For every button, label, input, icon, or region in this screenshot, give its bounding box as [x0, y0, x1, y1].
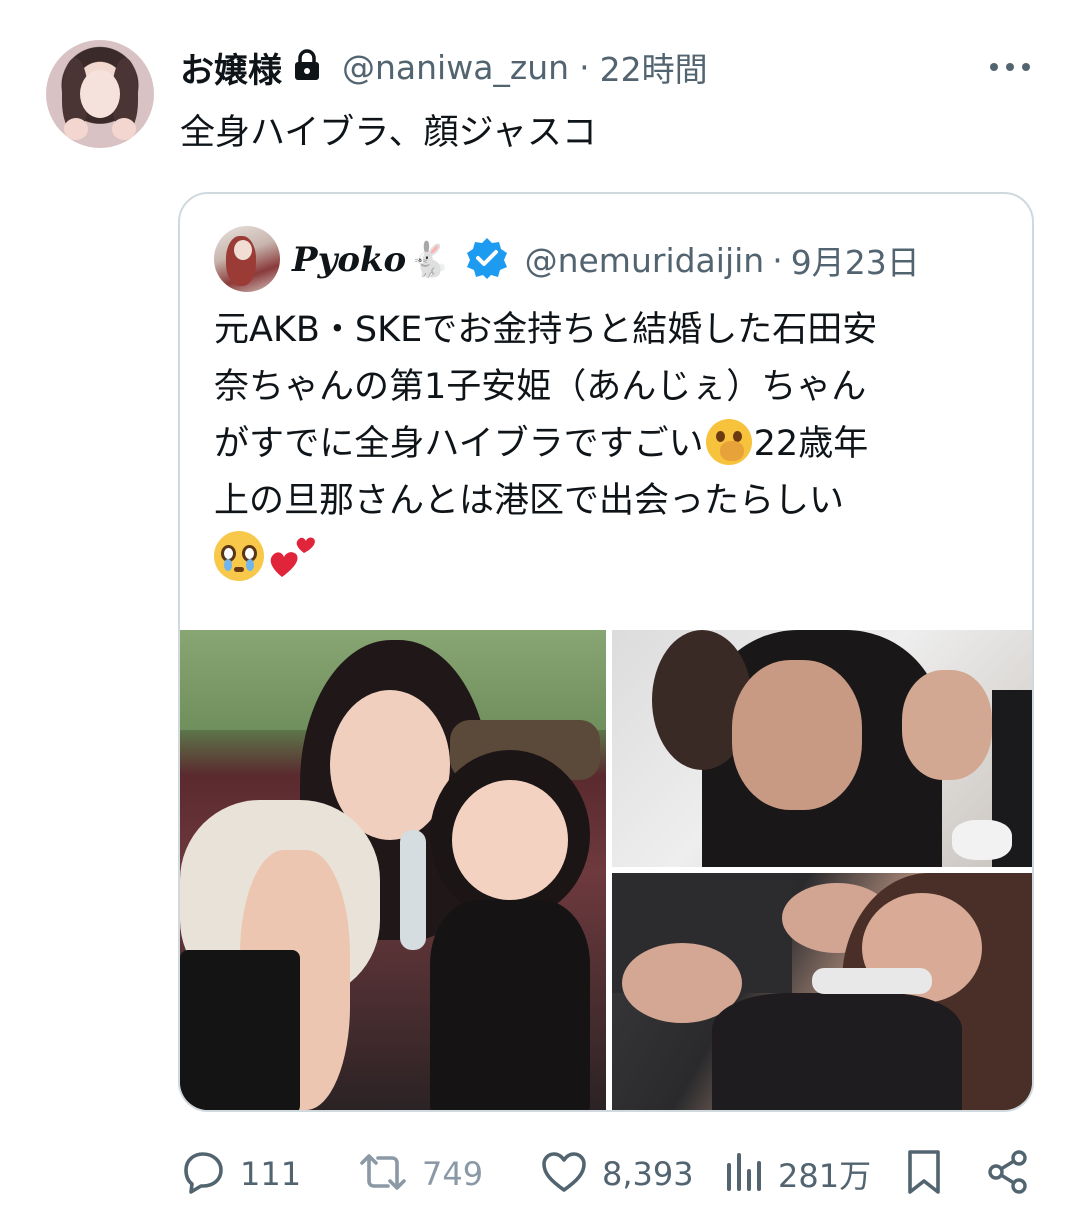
- media-photo[interactable]: [612, 873, 1032, 1110]
- quoted-tweet-date[interactable]: 9月23日: [791, 236, 920, 284]
- text-line: 奈ちゃんの第1子安姫（あんじぇ）ちゃん: [214, 367, 867, 407]
- text-line: がすでに全身ハイブラですごい 22歳年: [214, 416, 1004, 473]
- more-icon[interactable]: [990, 52, 1030, 82]
- views-count: 281万: [778, 1157, 872, 1195]
- bookmark-button[interactable]: [904, 1148, 944, 1200]
- heart-icon: [540, 1149, 588, 1199]
- retweet-count: 749: [422, 1155, 484, 1193]
- tweet-header: お嬢様 @naniwa_zun · 22時間: [180, 42, 708, 92]
- quoted-author-handle[interactable]: @nemuridaijin: [525, 241, 765, 280]
- media-photo[interactable]: [612, 630, 1032, 867]
- quoted-author-name[interactable]: Pyoko: [292, 240, 406, 280]
- action-bar: 111 749 8,393 281万: [0, 1140, 1080, 1210]
- reply-icon: [180, 1149, 226, 1199]
- verified-badge-icon: [465, 236, 509, 284]
- quoted-author-avatar[interactable]: [214, 226, 280, 292]
- two-hearts-emoji: [268, 531, 318, 581]
- quoted-tweet-card[interactable]: Pyoko 🐇 @nemuridaijin · 9月23日 元AKB・SKEでお…: [178, 192, 1034, 1112]
- text-line: 元AKB・SKEでお金持ちと結婚した石田安: [214, 310, 878, 350]
- quoted-tweet-header: Pyoko 🐇 @nemuridaijin · 9月23日: [292, 232, 920, 288]
- separator-dot: ·: [579, 47, 590, 87]
- bookmark-icon: [904, 1148, 944, 1200]
- retweet-icon: [358, 1149, 408, 1199]
- emoji-line: [214, 530, 1004, 587]
- author-avatar[interactable]: [46, 40, 154, 148]
- quoted-tweet-text: 元AKB・SKEでお金持ちと結婚した石田安 奈ちゃんの第1子安姫（あんじぇ）ちゃ…: [214, 302, 1004, 587]
- separator-dot: ·: [772, 240, 783, 280]
- views-button[interactable]: 281万: [724, 1148, 871, 1200]
- author-handle[interactable]: @naniwa_zun: [342, 48, 569, 87]
- share-icon: [986, 1149, 1030, 1199]
- media-grid: [180, 630, 1032, 1110]
- like-count: 8,393: [602, 1155, 694, 1193]
- like-button[interactable]: 8,393: [540, 1148, 694, 1200]
- tweet-time[interactable]: 22時間: [600, 43, 708, 91]
- reply-count: 111: [240, 1155, 302, 1193]
- author-name[interactable]: お嬢様: [180, 43, 282, 92]
- share-button[interactable]: [986, 1148, 1030, 1200]
- views-icon: [724, 1149, 764, 1199]
- tweet-text: 全身ハイブラ、顔ジャスコ: [180, 113, 597, 153]
- retweet-button[interactable]: 749: [358, 1148, 483, 1200]
- text-line: 上の旦那さんとは港区で出会ったらしい: [214, 481, 845, 521]
- hand-over-mouth-emoji: [705, 419, 752, 465]
- text-segment: がすでに全身ハイブラですごい: [214, 424, 704, 464]
- media-photo[interactable]: [180, 630, 606, 1110]
- rabbit-emoji: 🐇: [408, 240, 451, 280]
- pleading-face-emoji: [214, 531, 264, 581]
- lock-icon: [292, 48, 322, 86]
- reply-button[interactable]: 111: [180, 1148, 301, 1200]
- text-segment: 22歳年: [753, 424, 869, 464]
